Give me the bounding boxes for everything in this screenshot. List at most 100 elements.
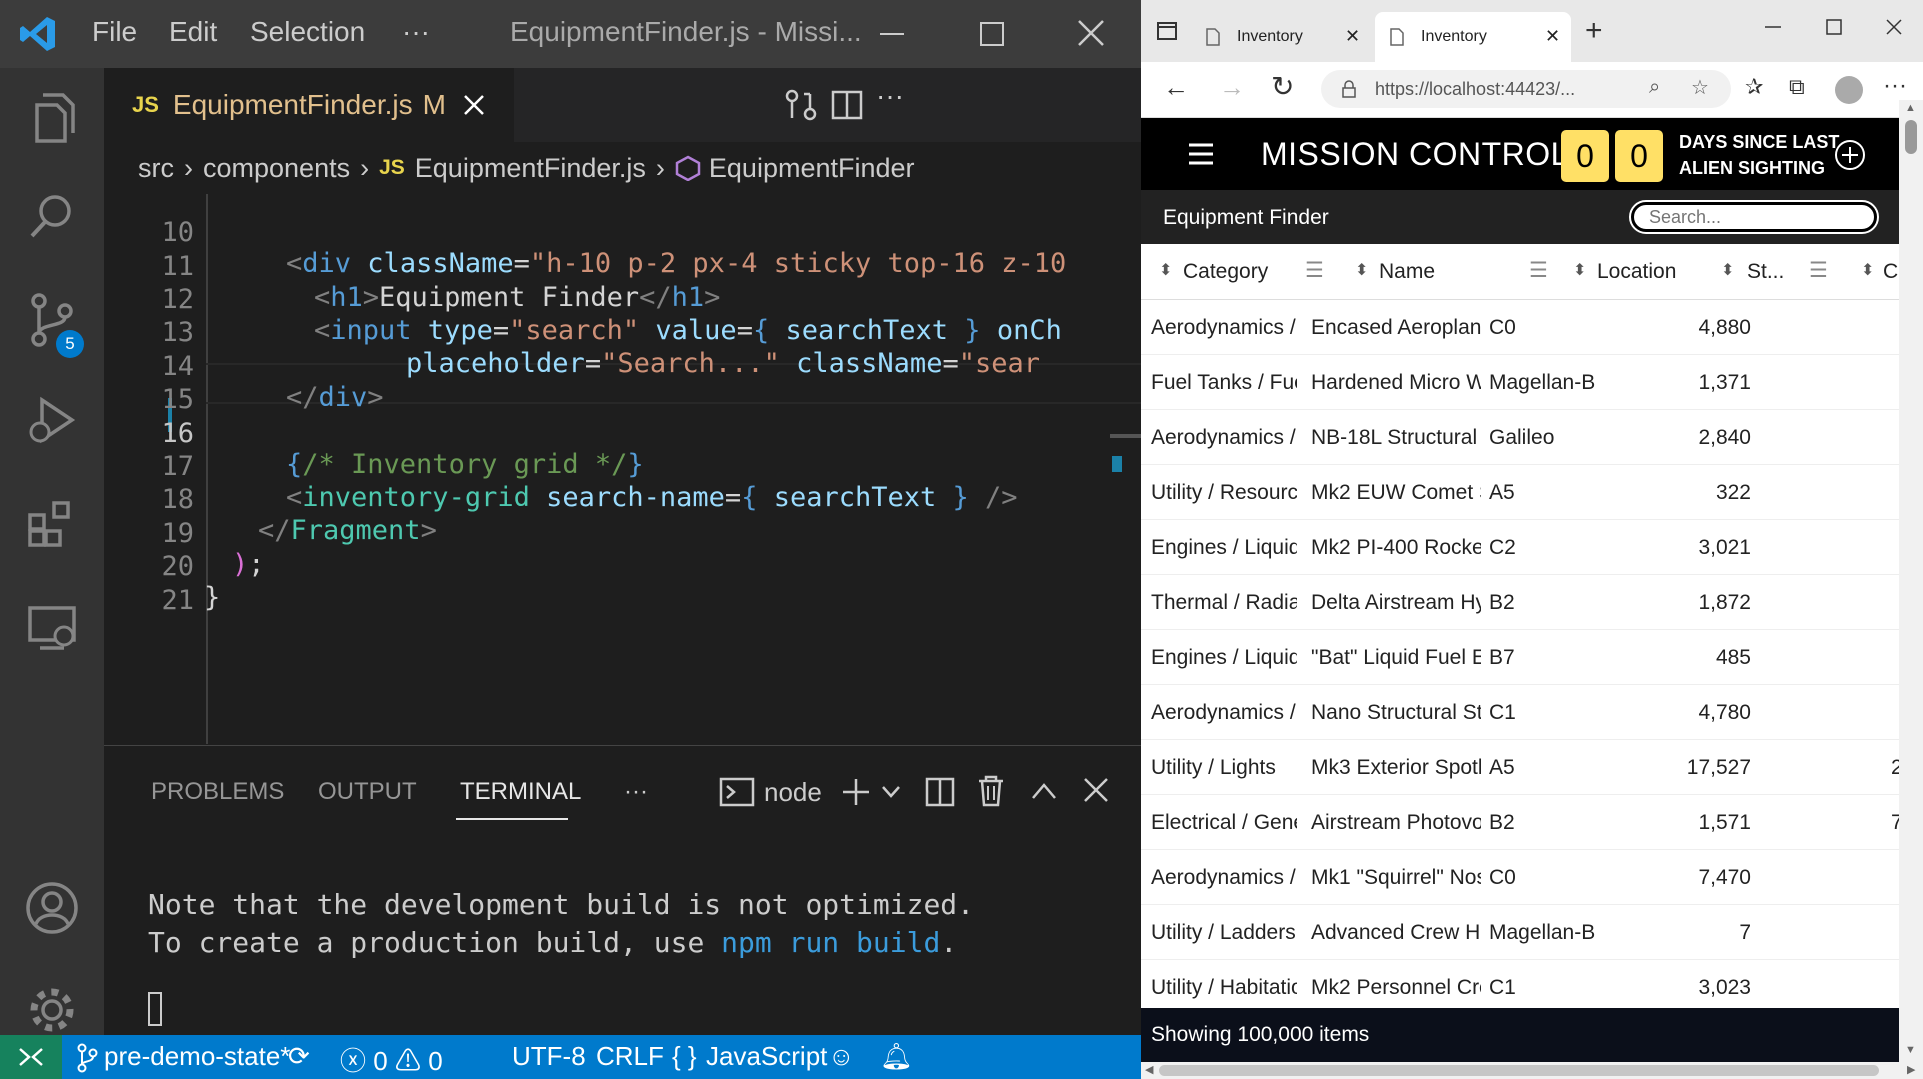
table-row[interactable]: Aerodynamics / W... Encased Aeroplane Shu… xyxy=(1141,300,1899,355)
problems-indicator[interactable]: ⓧ 0 ⚠ 0 xyxy=(340,1041,443,1078)
terminal-dropdown[interactable]: node xyxy=(764,777,822,808)
back-arrow-icon[interactable]: ← xyxy=(1163,72,1189,103)
hamburger-menu-icon[interactable] xyxy=(1187,142,1215,166)
sync-icon[interactable]: ⟳ xyxy=(288,1041,310,1072)
add-favorite-icon[interactable]: ☆ xyxy=(1691,75,1709,100)
sort-icon[interactable]: ⬍ xyxy=(1861,260,1874,280)
notifications-bell-icon[interactable]: 🔔︎ xyxy=(880,1041,913,1072)
explorer-icon[interactable] xyxy=(22,88,82,148)
open-changes-icon[interactable] xyxy=(784,88,818,122)
sort-icon[interactable]: ⬍ xyxy=(1355,260,1368,280)
column-header-name[interactable]: Name xyxy=(1379,260,1435,284)
breadcrumb-components[interactable]: components xyxy=(203,153,350,184)
vertical-scrollbar[interactable]: ▲ ▼ xyxy=(1899,100,1923,1062)
table-row[interactable]: Aerodynamics / M... NB-18L Structural Cur… xyxy=(1141,410,1899,465)
breadcrumb-src[interactable]: src xyxy=(138,153,174,184)
table-row[interactable]: Fuel Tanks / Fuel t... Hardened Micro Wid… xyxy=(1141,355,1899,410)
close-tab-icon[interactable]: ✕ xyxy=(1545,26,1560,47)
column-menu-icon[interactable]: ☰ xyxy=(1529,258,1548,283)
collections-icon[interactable]: ⧉ xyxy=(1789,74,1805,100)
browser-tab-1[interactable]: Inventory ✕ xyxy=(1191,12,1369,62)
url-field[interactable]: https://localhost:44423/... ⌕ ☆ xyxy=(1321,70,1731,108)
minimap-slider[interactable] xyxy=(1110,434,1141,438)
menu-file[interactable]: File xyxy=(92,16,137,48)
table-row[interactable]: Utility / Ladders Advanced Crew Height E M… xyxy=(1141,905,1899,960)
menu-edit[interactable]: Edit xyxy=(169,16,217,48)
profile-avatar[interactable] xyxy=(1835,76,1863,104)
table-row[interactable]: Aerodynamics / M... Nano Structural Strak… xyxy=(1141,685,1899,740)
more-panels-icon[interactable]: ··· xyxy=(624,778,648,806)
favorites-icon[interactable]: ✰ xyxy=(1745,74,1763,100)
tab-equipmentfinder[interactable]: JS EquipmentFinder.js M xyxy=(104,68,514,142)
extensions-icon[interactable] xyxy=(22,493,82,553)
close-panel-icon[interactable] xyxy=(1082,776,1110,804)
branch-name[interactable]: pre-demo-state* xyxy=(104,1041,290,1072)
encoding[interactable]: UTF-8 xyxy=(512,1041,586,1072)
split-editor-icon[interactable] xyxy=(830,88,864,122)
column-menu-icon[interactable]: ☰ xyxy=(1305,258,1324,283)
horizontal-scrollbar[interactable]: ◀ ▶ xyxy=(1141,1062,1923,1079)
search-input[interactable] xyxy=(1629,200,1879,234)
zoom-icon[interactable]: ⌕ xyxy=(1649,76,1660,99)
table-row[interactable]: Utility / Resource ... Mk2 EUW Comet Surf… xyxy=(1141,465,1899,520)
table-row[interactable]: Engines / Liquid F... Mk2 PI-400 Rocket M… xyxy=(1141,520,1899,575)
forward-arrow-icon[interactable]: → xyxy=(1219,72,1245,103)
new-terminal-plus-icon[interactable] xyxy=(840,776,872,808)
menu-selection[interactable]: Selection xyxy=(250,16,365,48)
cell-location: C1 xyxy=(1489,701,1516,724)
tab-actions-icon[interactable] xyxy=(1157,22,1177,40)
split-terminal-icon[interactable] xyxy=(924,776,956,808)
code-editor[interactable]: { 10 <div className="h-10 p-2 px-4 stick… xyxy=(104,194,1141,744)
sort-icon[interactable]: ⬍ xyxy=(1573,260,1586,280)
close-tab-icon[interactable] xyxy=(462,93,486,117)
browser-tab-2-active[interactable]: Inventory ✕ xyxy=(1375,12,1571,62)
table-row[interactable]: Utility / Lights Mk3 Exterior Spotlight A5… xyxy=(1141,740,1899,795)
column-header-category[interactable]: Category xyxy=(1183,260,1268,284)
end-of-line[interactable]: CRLF xyxy=(596,1041,664,1072)
maximize-panel-icon[interactable] xyxy=(1030,780,1058,802)
trash-icon[interactable] xyxy=(976,774,1006,808)
column-header-next[interactable]: C xyxy=(1883,260,1898,284)
vscode-logo-icon xyxy=(20,17,55,51)
feedback-icon[interactable]: ☺ xyxy=(828,1041,855,1072)
chevron-down-icon[interactable] xyxy=(880,784,902,800)
run-debug-icon[interactable] xyxy=(22,390,82,450)
column-header-stock[interactable]: St... xyxy=(1747,260,1784,284)
maximize-icon[interactable] xyxy=(1825,18,1843,36)
breadcrumb-file[interactable]: EquipmentFinder.js xyxy=(415,153,646,184)
close-tab-icon[interactable]: ✕ xyxy=(1345,26,1360,47)
table-row[interactable]: Utility / Habitation... Mk2 Personnel Cre… xyxy=(1141,960,1899,1008)
minimize-icon[interactable] xyxy=(878,24,906,44)
breadcrumb-symbol[interactable]: EquipmentFinder xyxy=(709,153,915,184)
add-circle-icon[interactable] xyxy=(1833,138,1867,172)
close-window-icon[interactable] xyxy=(1885,18,1903,36)
more-actions-icon[interactable]: ··· xyxy=(876,80,904,112)
remote-explorer-icon[interactable] xyxy=(22,598,82,658)
column-header-location[interactable]: Location xyxy=(1597,260,1676,284)
tab-problems[interactable]: PROBLEMS xyxy=(151,778,284,806)
close-window-icon[interactable] xyxy=(1076,18,1106,48)
menu-more[interactable]: ··· xyxy=(402,16,430,48)
column-menu-icon[interactable]: ☰ xyxy=(1809,258,1828,283)
cell-name: Mk2 EUW Comet Surfac xyxy=(1311,481,1481,504)
refresh-icon[interactable]: ↻ xyxy=(1271,70,1294,103)
table-row[interactable]: Engines / Liquid F... "Bat" Liquid Fuel E… xyxy=(1141,630,1899,685)
minimize-icon[interactable] xyxy=(1763,22,1783,32)
settings-gear-icon[interactable] xyxy=(22,980,82,1040)
inventory-grid[interactable]: Aerodynamics / W... Encased Aeroplane Shu… xyxy=(1141,300,1899,1008)
maximize-icon[interactable] xyxy=(978,20,1006,48)
accounts-icon[interactable] xyxy=(22,878,82,938)
tab-terminal[interactable]: TERMINAL xyxy=(460,778,581,806)
table-row[interactable]: Thermal / Radiators Delta Airstream Hydro… xyxy=(1141,575,1899,630)
new-tab-plus-icon[interactable]: + xyxy=(1585,14,1603,48)
search-icon[interactable] xyxy=(22,186,82,246)
sort-icon[interactable]: ⬍ xyxy=(1721,260,1734,280)
sort-icon[interactable]: ⬍ xyxy=(1159,260,1172,280)
tab-output[interactable]: OUTPUT xyxy=(318,778,417,806)
terminal-output[interactable]: Note that the development build is not o… xyxy=(148,886,974,962)
table-row[interactable]: Aerodynamics / N... Mk1 "Squirrel" Nose C… xyxy=(1141,850,1899,905)
table-row[interactable]: Electrical / Genera... Airstream Photovol… xyxy=(1141,795,1899,850)
settings-more-icon[interactable]: ··· xyxy=(1883,72,1907,100)
remote-indicator[interactable] xyxy=(0,1035,62,1079)
language-mode[interactable]: JavaScript xyxy=(706,1041,827,1072)
